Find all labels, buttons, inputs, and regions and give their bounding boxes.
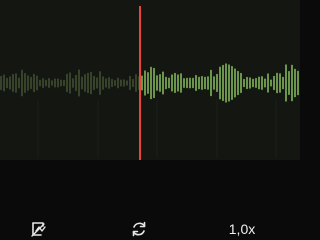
loop-icon <box>132 221 146 237</box>
playback-speed-label: 1,0x <box>228 221 256 237</box>
loop-button[interactable] <box>128 218 150 240</box>
playhead[interactable] <box>139 6 141 160</box>
skip-silence-icon <box>31 222 46 237</box>
playback-speed-button[interactable]: 1,0x <box>222 218 262 240</box>
waveform[interactable] <box>0 0 300 160</box>
skip-silence-button[interactable] <box>28 218 48 240</box>
waveform-panel[interactable] <box>0 0 300 160</box>
